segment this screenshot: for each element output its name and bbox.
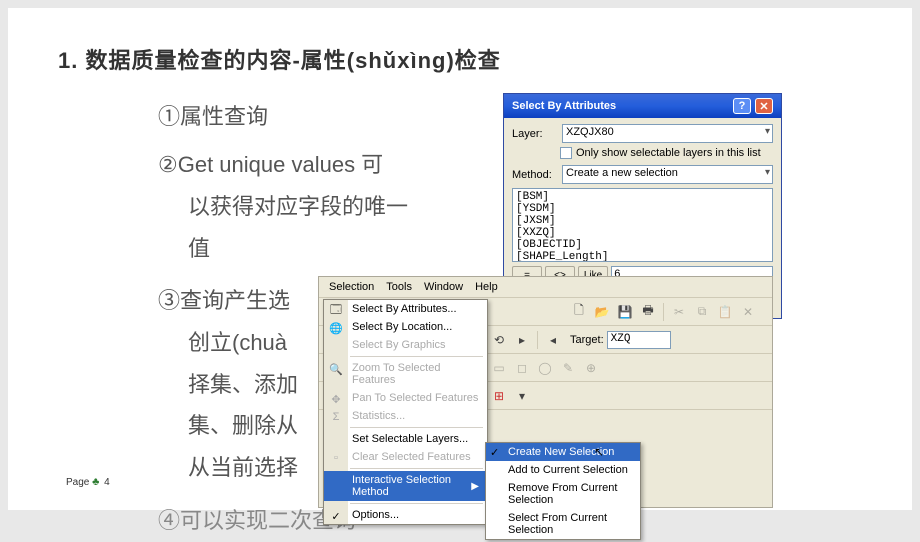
attributes-icon: 🗔: [328, 302, 344, 318]
back-icon[interactable]: ◂: [543, 330, 563, 350]
menu-window[interactable]: Window: [418, 279, 469, 295]
cursor-icon: ↖: [594, 445, 604, 459]
method-select[interactable]: Create a new selection: [562, 165, 773, 184]
globe-icon: 🌐: [328, 320, 344, 336]
layer-select[interactable]: XZQJX80: [562, 124, 773, 143]
menubar: Selection Tools Window Help: [319, 277, 772, 298]
popup-separator: [350, 468, 483, 469]
clover-icon: ♣: [92, 476, 99, 488]
check-icon: ✓: [490, 446, 499, 459]
page-label: Page: [66, 477, 89, 488]
paste-icon[interactable]: 📋: [715, 302, 735, 322]
chevron-down-icon[interactable]: ▾: [512, 386, 532, 406]
tool-icon[interactable]: ▭: [489, 358, 509, 378]
popup-options[interactable]: ✓Options...: [324, 506, 487, 524]
popup-interactive-selection[interactable]: Interactive Selection Method▶: [324, 471, 487, 501]
popup-statistics[interactable]: ΣStatistics...: [324, 407, 487, 425]
method-label: Method:: [512, 169, 558, 181]
page-marker: Page ♣ 4: [66, 476, 110, 488]
delete-icon[interactable]: ✕: [738, 302, 758, 322]
target-field[interactable]: XZQ: [607, 331, 671, 349]
submenu-select-from[interactable]: Select From Current Selection: [486, 509, 640, 539]
separator: [537, 331, 538, 349]
popup-pan-selected[interactable]: ✥Pan To Selected Features: [324, 389, 487, 407]
bullet-1: ①属性查询: [158, 96, 488, 138]
submenu-create-new[interactable]: ✓ Create New Selection ↖: [486, 443, 640, 461]
only-selectable-label: Only show selectable layers in this list: [576, 147, 761, 159]
pan-icon: ✥: [328, 391, 344, 407]
slide-heading: 1. 数据质量检查的内容-属性(shǔxìng)检查: [58, 43, 501, 75]
open-icon[interactable]: 📂: [592, 302, 612, 322]
new-icon[interactable]: 🗋: [569, 302, 589, 322]
tool-icon[interactable]: ◻: [512, 358, 532, 378]
undo-icon[interactable]: ⟲: [489, 330, 509, 350]
bullet-2: ②Get unique values 可 以获得对应字段的唯一 值: [158, 144, 478, 269]
only-selectable-checkbox[interactable]: [560, 147, 572, 159]
target-label: Target:: [570, 334, 604, 346]
popup-separator: [350, 427, 483, 428]
menu-selection[interactable]: Selection: [323, 279, 380, 295]
popup-separator: [350, 356, 483, 357]
popup-select-by-graphics[interactable]: Select By Graphics: [324, 336, 487, 354]
menu-tools[interactable]: Tools: [380, 279, 418, 295]
popup-zoom-selected[interactable]: 🔍Zoom To Selected Features: [324, 359, 487, 389]
popup-set-selectable-layers[interactable]: Set Selectable Layers...: [324, 430, 487, 448]
arcmap-window: Selection Tools Window Help 🗋 📂 💾 🖶 ✂ ⧉ …: [318, 276, 773, 508]
close-icon[interactable]: ✕: [755, 98, 773, 114]
dialog-title: Select By Attributes: [512, 100, 616, 112]
clear-icon: ▫: [328, 450, 344, 466]
tool-icon[interactable]: ◯: [535, 358, 555, 378]
tool-icon[interactable]: ⊕: [581, 358, 601, 378]
layer-label: Layer:: [512, 128, 558, 140]
arrow-icon[interactable]: ▸: [512, 330, 532, 350]
slide: 1. 数据质量检查的内容-属性(shǔxìng)检查 ①属性查询 ②Get un…: [8, 8, 912, 510]
selection-submenu: ✓ Create New Selection ↖ Add to Current …: [485, 442, 641, 540]
popup-separator: [350, 503, 483, 504]
popup-select-by-attributes[interactable]: 🗔Select By Attributes...: [324, 300, 487, 318]
menu-help[interactable]: Help: [469, 279, 504, 295]
bullet-3: ③查询产生选 创立(chuà 择集、添加 集、删除从 从当前选择: [158, 280, 338, 489]
popup-clear-selected[interactable]: ▫Clear Selected Features: [324, 448, 487, 466]
check-icon: ✓: [328, 508, 344, 524]
selection-popup: 🗔Select By Attributes... 🌐Select By Loca…: [323, 299, 488, 525]
submenu-remove[interactable]: Remove From Current Selection: [486, 479, 640, 509]
help-icon[interactable]: ?: [733, 98, 751, 114]
tool-icon[interactable]: ✎: [558, 358, 578, 378]
tool-icon[interactable]: ⊞: [489, 386, 509, 406]
zoom-icon: 🔍: [328, 361, 344, 377]
chevron-right-icon: ▶: [471, 481, 479, 492]
popup-select-by-location[interactable]: 🌐Select By Location...: [324, 318, 487, 336]
separator: [663, 303, 664, 321]
stats-icon: Σ: [328, 409, 344, 425]
save-icon[interactable]: 💾: [615, 302, 635, 322]
field-list[interactable]: [BSM] [YSDM] [JXSM] [XXZQ] [OBJECTID] [S…: [512, 188, 773, 262]
print-icon[interactable]: 🖶: [638, 302, 658, 322]
submenu-add[interactable]: Add to Current Selection: [486, 461, 640, 479]
dialog-titlebar[interactable]: Select By Attributes ? ✕: [504, 94, 781, 118]
copy-icon[interactable]: ⧉: [692, 302, 712, 322]
page-number: 4: [104, 477, 110, 488]
cut-icon[interactable]: ✂: [669, 302, 689, 322]
